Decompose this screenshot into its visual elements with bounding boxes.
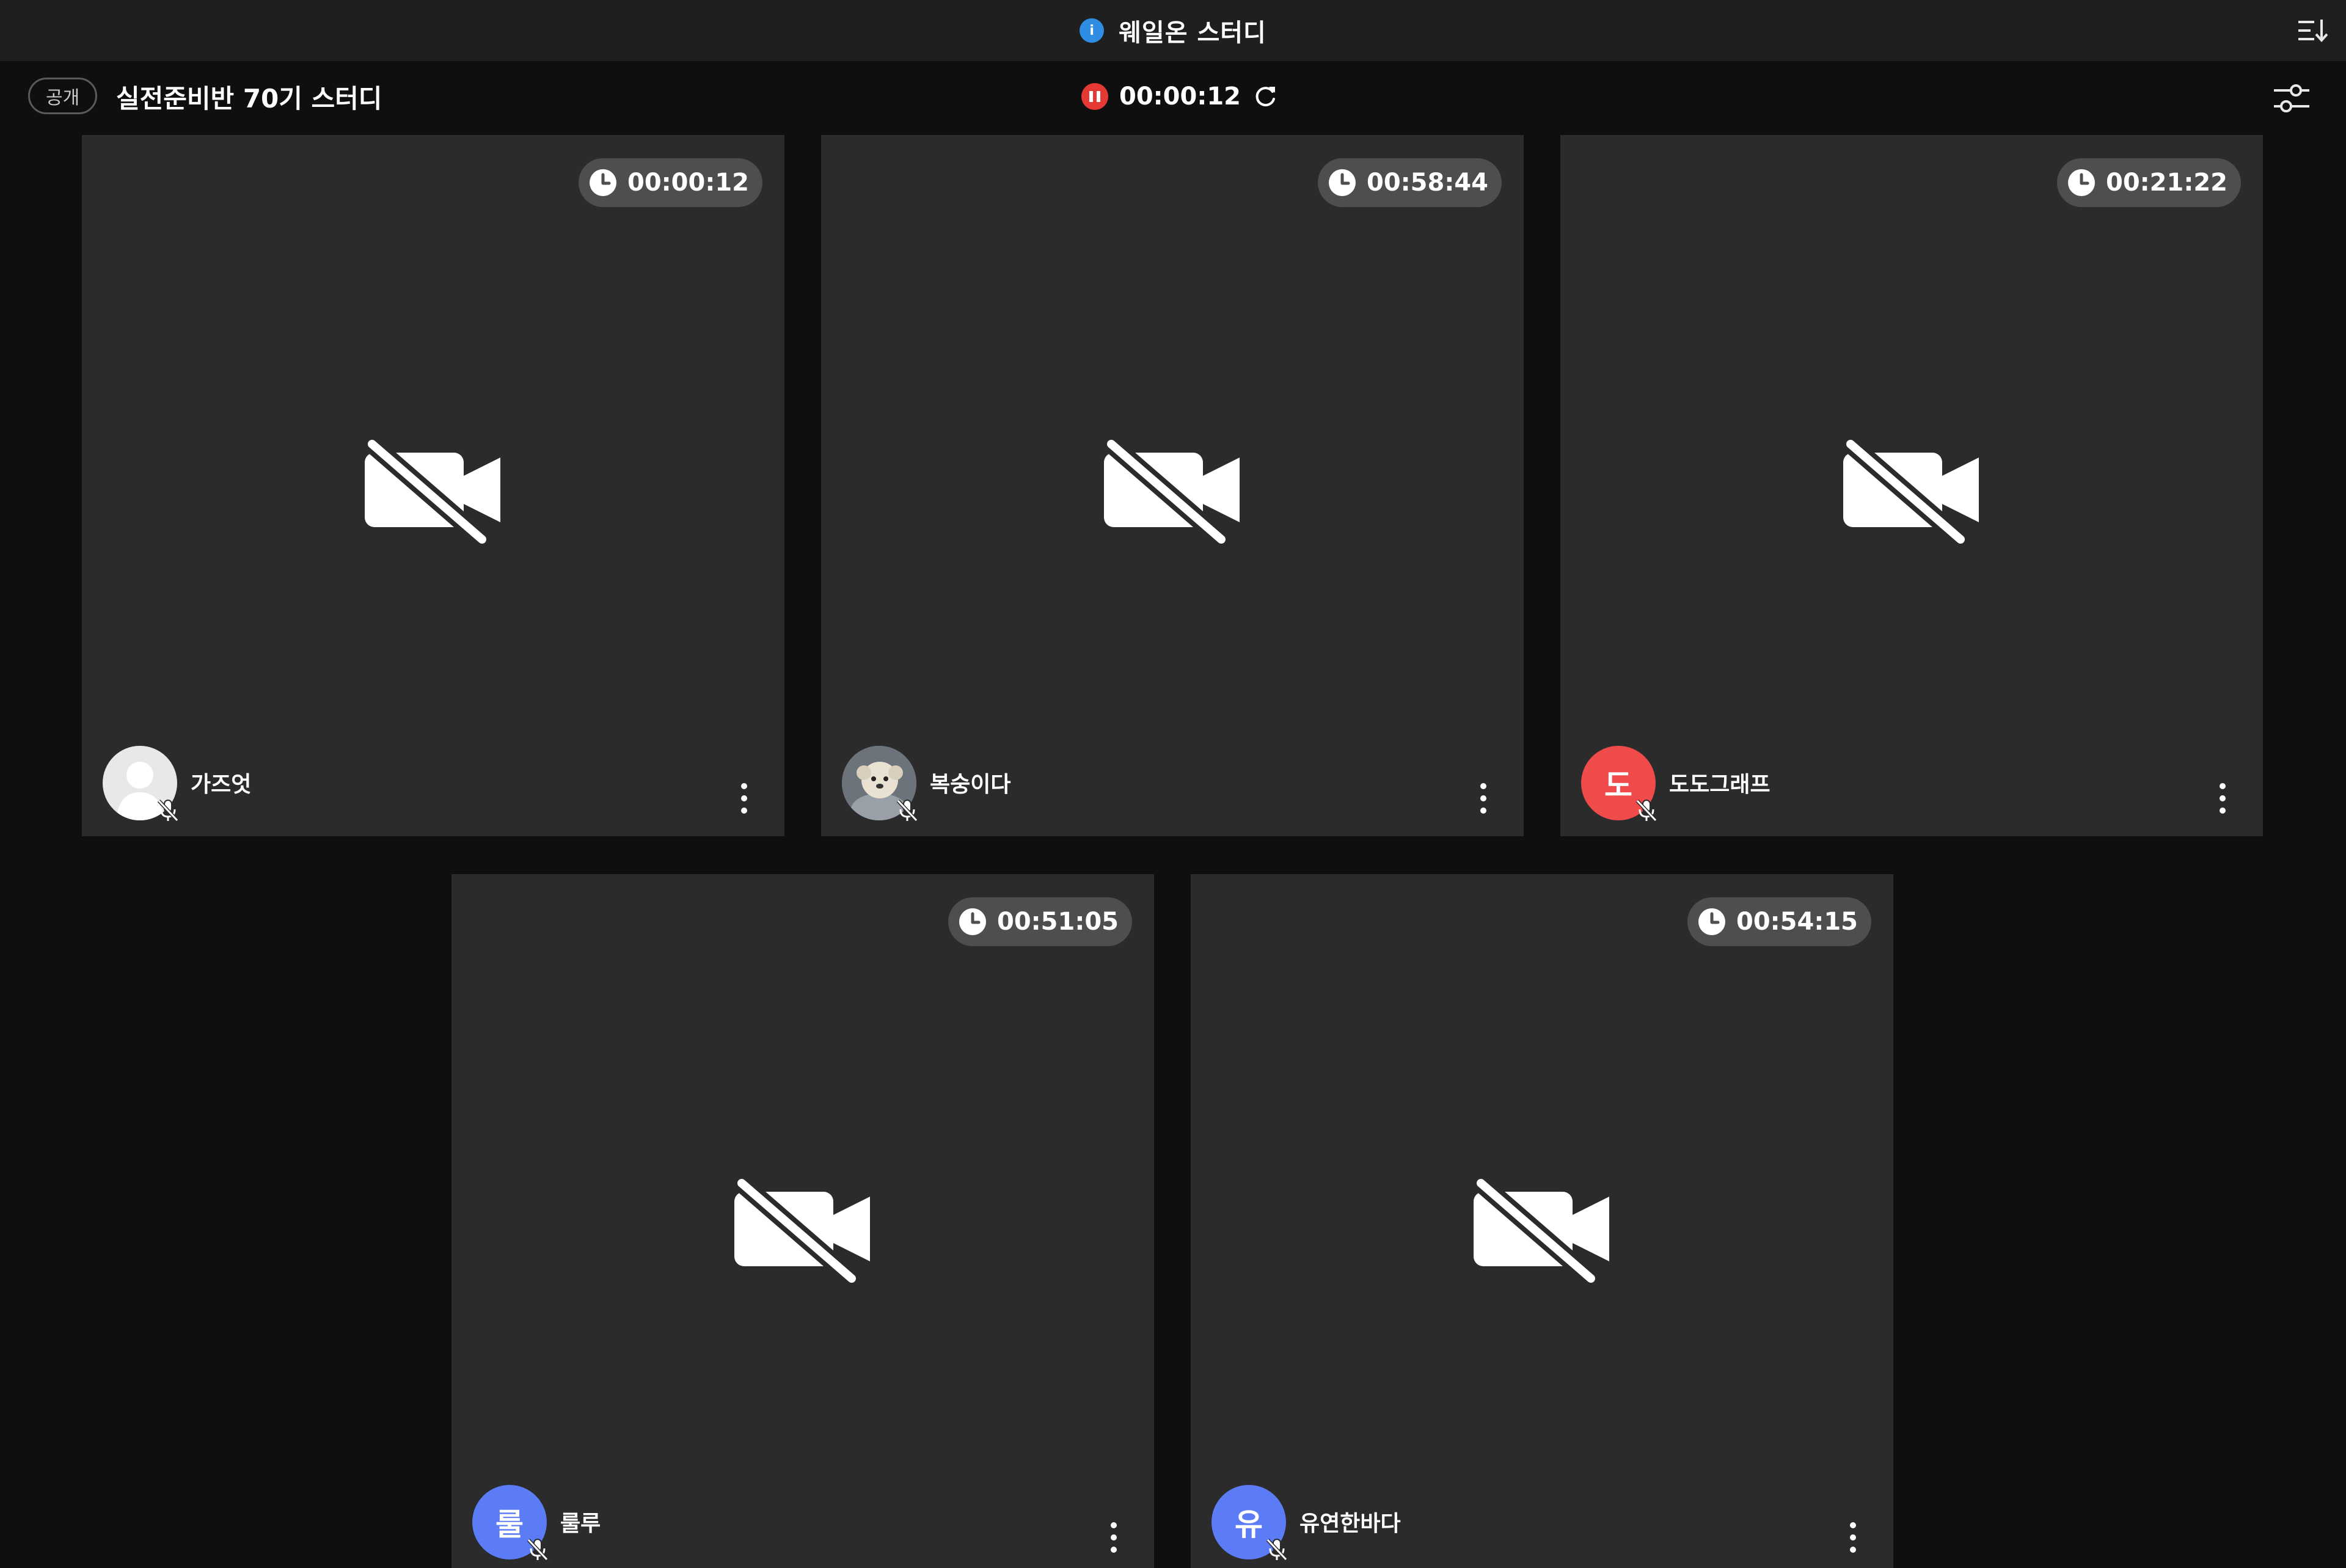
study-timer-badge: 00:00:12 [579,158,762,207]
study-timer: 00:00:12 [627,169,749,197]
camera-off-icon [1472,1174,1609,1283]
recording-status: 00:00:12 [1081,78,1279,115]
mic-off-icon [1266,1538,1288,1561]
more-options-icon[interactable] [1477,781,1489,815]
more-options-icon[interactable] [1847,1520,1859,1555]
more-options-icon[interactable] [738,781,750,815]
participant-name: 복숭이다 [930,772,1011,797]
settings-sliders-icon[interactable] [2271,82,2312,116]
participant-name: 도도그래프 [1669,772,1770,797]
participant-tile[interactable]: 00:00:12 가즈엇 [82,135,784,836]
participant-tile[interactable]: 00:54:15 유 유연한바다 [1191,874,1893,1568]
clock-icon [2068,169,2096,196]
study-timer: 00:54:15 [1736,908,1858,936]
more-options-icon[interactable] [1108,1520,1120,1555]
camera-off-icon [733,1174,870,1283]
clock-icon [1329,169,1356,196]
recording-time: 00:00:12 [1119,82,1241,111]
mic-off-icon [527,1538,549,1561]
app-title-group: i 웨일온 스터디 [0,0,2346,61]
info-icon[interactable]: i [1080,18,1105,43]
video-conference-window: i 웨일온 스터디 공개 실전준비반 70기 스터디 00:00:12 00:0… [0,0,2346,1568]
avatar: 도 [1581,746,1657,822]
pause-recording-icon[interactable] [1081,83,1108,110]
participant-name: 룰루 [560,1511,601,1536]
avatar: 유 [1211,1485,1288,1561]
study-timer-badge: 00:21:22 [2057,158,2241,207]
avatar: 룰 [472,1485,549,1561]
clock-icon [590,169,617,196]
study-timer: 00:58:44 [1367,169,1488,197]
clock-icon [1698,908,1726,935]
room-header: 공개 실전준비반 70기 스터디 00:00:12 [0,61,2346,134]
study-timer: 00:21:22 [2106,169,2227,197]
camera-off-icon [1102,435,1240,544]
room-name: 실전준비반 70기 스터디 [116,83,382,114]
participant-name: 가즈엇 [191,772,252,797]
mic-off-icon [157,799,179,822]
clock-icon [959,908,987,935]
title-bar: i 웨일온 스터디 [0,0,2346,61]
participant-name: 유연한바다 [1299,1511,1401,1536]
mic-off-icon [1635,799,1657,822]
study-timer-badge: 00:58:44 [1318,158,1502,207]
participant-tile[interactable]: 00:51:05 룰 룰루 [451,874,1154,1568]
refresh-icon[interactable] [1252,83,1279,110]
more-options-icon[interactable] [2216,781,2229,815]
mic-off-icon [896,799,918,822]
study-timer-badge: 00:54:15 [1687,897,1871,946]
app-title: 웨일온 스터디 [1119,19,1266,47]
avatar [842,746,918,822]
visibility-badge: 공개 [28,78,98,114]
study-timer: 00:51:05 [997,908,1119,936]
camera-off-icon [1841,435,1979,544]
participant-tile[interactable]: 00:58:44 복숭이다 [821,135,1524,836]
camera-off-icon [363,435,500,544]
participant-tile[interactable]: 00:21:22 도 도도그래프 [1560,135,2263,836]
sort-menu-icon[interactable] [2297,17,2328,44]
avatar [103,746,179,822]
study-timer-badge: 00:51:05 [948,897,1132,946]
